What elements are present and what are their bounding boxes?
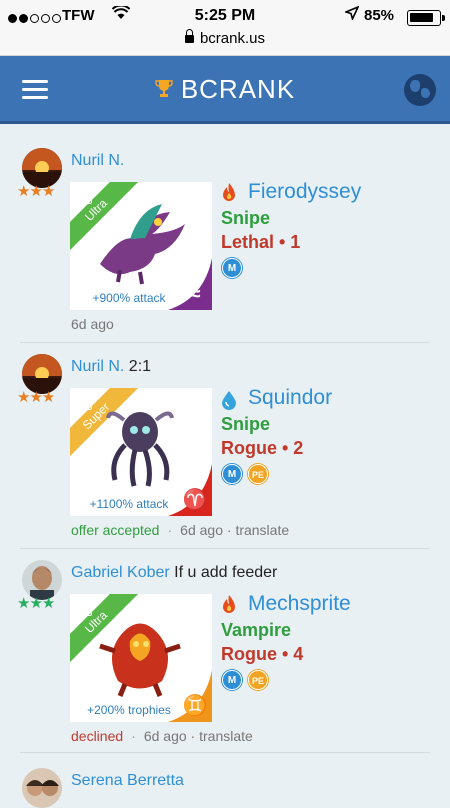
globe-icon[interactable] [404, 74, 436, 106]
battery-tip [442, 15, 445, 21]
divider [20, 752, 430, 753]
translate-link[interactable]: translate [199, 728, 253, 744]
edit-badge-icon: E [76, 393, 92, 410]
brand-logo[interactable]: BCRANK [0, 74, 450, 105]
book-type-badge: ♈ [168, 464, 212, 516]
post-age: 6d ago [71, 316, 114, 332]
wave-icon: ≈ [189, 283, 201, 305]
aries-icon: ♈ [182, 489, 208, 511]
post-header: Gabriel Kober If u add feeder [71, 564, 277, 582]
monster-name-link[interactable]: Squindor [248, 386, 332, 410]
rating-stars: ★★★ [17, 183, 55, 200]
monster-name-link[interactable]: Fierodyssey [248, 180, 361, 204]
monster-rank: Lethal • 1 [221, 232, 301, 252]
badge-m-icon: M [222, 670, 242, 690]
monster-role: Snipe [221, 208, 271, 228]
ios-status-bar: TFW 5:25 PM 85% bcrank.us [0, 0, 450, 56]
monster-rank: Rogue • 2 [221, 438, 304, 458]
monster-rank: Rogue • 4 [221, 644, 304, 664]
author-link[interactable]: Gabriel Kober [71, 564, 170, 581]
post-header: Nuril N. 2:1 [71, 358, 151, 376]
divider [20, 548, 430, 549]
monster-card[interactable]: Ultra E +900% attack ≈ [70, 182, 212, 310]
water-drop-icon [222, 391, 236, 410]
post-message: 2:1 [128, 358, 152, 375]
author-link[interactable]: Nuril N. [71, 152, 124, 169]
post-meta: 6d ago [71, 316, 114, 332]
trophy-icon [155, 80, 173, 97]
lock-icon [184, 29, 194, 43]
book-type-badge: ♊ [168, 670, 212, 722]
battery-icon [407, 10, 441, 26]
monster-card[interactable]: Ultra E +200% trophies ♊ [70, 594, 212, 722]
post-message: If u add feeder [174, 564, 278, 581]
badge-pe-icon: PE [248, 670, 268, 690]
fire-icon [223, 595, 235, 613]
badge-m-icon: M [222, 464, 242, 484]
fire-icon [223, 183, 235, 201]
badge-pe-icon: PE [248, 464, 268, 484]
badge-m-icon: M [222, 258, 242, 278]
app-header: BCRANK [0, 56, 450, 124]
avatar[interactable] [22, 768, 62, 808]
rating-stars: ★★★ [17, 389, 55, 406]
trade-status: offer accepted [71, 522, 160, 538]
rating-stars: ★★★ [17, 595, 55, 612]
post-meta: declined · 6d ago · translate [71, 728, 253, 744]
author-link[interactable]: Nuril N. [71, 358, 124, 375]
post-header: Serena Berretta [71, 772, 184, 790]
location-arrow-icon [343, 5, 360, 23]
url-bar[interactable]: bcrank.us [0, 29, 450, 47]
monster-card[interactable]: Super E +1100% attack ♈ [70, 388, 212, 516]
post-age: 6d ago [180, 522, 223, 538]
edit-badge-icon: E [76, 599, 92, 616]
trade-status: declined [71, 728, 124, 744]
post-age: 6d ago [143, 728, 187, 744]
monster-role: Snipe [221, 414, 271, 434]
translate-link[interactable]: translate [235, 522, 289, 538]
author-link[interactable]: Serena Berretta [71, 772, 184, 789]
post-meta: offer accepted · 6d ago · translate [71, 522, 290, 538]
url-text: bcrank.us [199, 30, 266, 47]
edit-badge-icon: E [76, 187, 92, 204]
battery-percent: 85% [364, 7, 395, 24]
book-type-badge: ≈ [168, 258, 212, 310]
gemini-icon: ♊ [182, 695, 208, 717]
post-header: Nuril N. [71, 152, 124, 170]
divider [20, 342, 430, 343]
brand-name: BCRANK [180, 74, 296, 104]
monster-name-link[interactable]: Mechsprite [248, 592, 351, 616]
monster-role: Vampire [221, 620, 292, 640]
